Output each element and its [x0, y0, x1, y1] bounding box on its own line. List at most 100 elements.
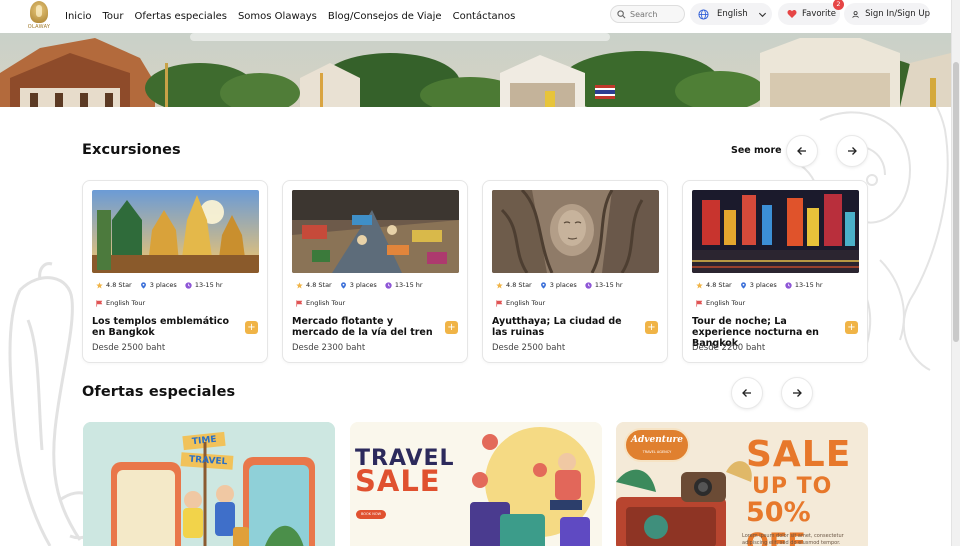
- tour-card[interactable]: 4.8 Star 3 places 13-15 hr English Tour …: [482, 180, 668, 363]
- tour-title[interactable]: Ayutthaya; La ciudad de las ruinas: [492, 316, 640, 338]
- top-navigation-bar: OLAWAY Inicio Tour Ofertas especiales So…: [0, 0, 951, 33]
- tour-language-tag: English Tour: [496, 299, 545, 307]
- star-icon: [696, 281, 703, 288]
- tour-meta: 4.8 Star 3 places 13-15 hr: [696, 281, 831, 289]
- tour-image-temples: [92, 190, 259, 273]
- tour-meta: 4.8 Star 3 places 13-15 hr: [496, 281, 631, 289]
- star-icon: [96, 281, 103, 288]
- favorite-button[interactable]: Favorite 2: [778, 0, 844, 25]
- tour-price: Desde 2300 baht: [292, 343, 366, 353]
- nav-link-blog[interactable]: Blog/Consejos de Viaje: [328, 11, 442, 22]
- offer-banner-adventure-sale[interactable]: Adventure TRAVEL AGENCY SALE UP TO 50% O…: [616, 422, 868, 546]
- tour-duration: 13-15 hr: [594, 281, 623, 289]
- excursions-section-title: Excursiones: [82, 142, 181, 158]
- offers-next-button[interactable]: [781, 377, 813, 409]
- location-pin-icon: [540, 281, 546, 289]
- add-tour-button[interactable]: +: [245, 321, 258, 334]
- user-icon: [852, 10, 859, 18]
- see-more-link[interactable]: See more: [731, 145, 782, 156]
- sign-in-label: Sign In/Sign Up: [865, 9, 930, 19]
- excursions-next-button[interactable]: [836, 135, 868, 167]
- tour-places: 3 places: [349, 281, 377, 289]
- tour-card[interactable]: 4.8 Star 3 places 13-15 hr English Tour …: [82, 180, 268, 363]
- tour-tag-label: English Tour: [706, 299, 746, 307]
- sign-in-button[interactable]: Sign In/Sign Up: [844, 3, 930, 25]
- nav-link-contactanos[interactable]: Contáctanos: [453, 11, 516, 22]
- search-box[interactable]: [610, 5, 685, 23]
- offer-banner-travel-sale[interactable]: TRAVEL SALE BOOK NOW: [350, 422, 602, 546]
- tour-price: Desde 2500 baht: [92, 343, 166, 353]
- star-icon: [296, 281, 303, 288]
- nav-link-tour[interactable]: Tour: [102, 11, 123, 22]
- tour-tag-label: English Tour: [506, 299, 546, 307]
- page: OLAWAY Inicio Tour Ofertas especiales So…: [0, 0, 960, 546]
- tour-image-floating-market: [292, 190, 459, 273]
- nav-link-inicio[interactable]: Inicio: [65, 11, 91, 22]
- heart-icon: [787, 10, 797, 18]
- olaway-logo[interactable]: OLAWAY: [24, 1, 54, 32]
- offers-prev-button[interactable]: [731, 377, 763, 409]
- offers-section-title: Ofertas especiales: [82, 384, 236, 400]
- tour-duration: 13-15 hr: [194, 281, 223, 289]
- flag-icon: [296, 299, 303, 307]
- add-tour-button[interactable]: +: [845, 321, 858, 334]
- tour-rating: 4.8 Star: [506, 281, 532, 289]
- tour-image-ayutthaya: [492, 190, 659, 273]
- tour-rating: 4.8 Star: [306, 281, 332, 289]
- tour-language-tag: English Tour: [696, 299, 745, 307]
- chevron-down-icon: [758, 12, 766, 17]
- location-pin-icon: [740, 281, 746, 289]
- hero-banner-image: [0, 33, 951, 107]
- nav-link-ofertas-especiales[interactable]: Ofertas especiales: [134, 11, 227, 22]
- offer-book-now-button[interactable]: BOOK NOW: [356, 510, 386, 519]
- tour-duration: 13-15 hr: [794, 281, 823, 289]
- page-scrollbar[interactable]: [951, 0, 960, 546]
- adventure-brand-text: Adventure: [631, 435, 683, 445]
- clock-icon: [185, 281, 192, 289]
- main-nav: Inicio Tour Ofertas especiales Somos Ola…: [65, 0, 526, 33]
- tour-places: 3 places: [149, 281, 177, 289]
- offer-small-print: Lorem ipsum dolor sit amet, consectetur …: [742, 533, 844, 546]
- tour-tag-label: English Tour: [306, 299, 346, 307]
- tour-language-tag: English Tour: [96, 299, 145, 307]
- tour-title[interactable]: Mercado flotante y mercado de la vía del…: [292, 316, 440, 338]
- excursions-prev-button[interactable]: [786, 135, 818, 167]
- flag-icon: [96, 299, 103, 307]
- arrow-right-icon: [793, 389, 802, 397]
- clock-icon: [585, 281, 592, 289]
- adventure-logo-badge: Adventure TRAVEL AGENCY: [624, 428, 690, 462]
- arrow-left-icon: [797, 147, 806, 155]
- add-tour-button[interactable]: +: [645, 321, 658, 334]
- language-label: English: [717, 9, 748, 19]
- tour-rating: 4.8 Star: [706, 281, 732, 289]
- globe-icon: [698, 8, 709, 20]
- tour-card[interactable]: 4.8 Star 3 places 13-15 hr English Tour …: [682, 180, 868, 363]
- tour-duration: 13-15 hr: [394, 281, 423, 289]
- tour-title[interactable]: Los templos emblemático en Bangkok: [92, 316, 240, 338]
- search-icon: [617, 9, 626, 18]
- tour-meta: 4.8 Star 3 places 13-15 hr: [296, 281, 431, 289]
- clock-icon: [785, 281, 792, 289]
- flag-icon: [696, 299, 703, 307]
- tour-tag-label: English Tour: [106, 299, 146, 307]
- language-selector[interactable]: English: [690, 3, 772, 25]
- tour-meta: 4.8 Star 3 places 13-15 hr: [96, 281, 231, 289]
- location-pin-icon: [340, 281, 346, 289]
- tour-card[interactable]: 4.8 Star 3 places 13-15 hr English Tour …: [282, 180, 468, 363]
- tour-price: Desde 2200 baht: [692, 343, 766, 353]
- tour-language-tag: English Tour: [296, 299, 345, 307]
- search-input[interactable]: [630, 9, 682, 19]
- adventure-brand-sub: TRAVEL AGENCY: [642, 450, 672, 454]
- add-tour-button[interactable]: +: [445, 321, 458, 334]
- scrollbar-thumb[interactable]: [953, 62, 959, 342]
- offer-banner-time-travel[interactable]: TIME TRAVEL: [83, 422, 335, 546]
- nav-link-somos-olaways[interactable]: Somos Olaways: [238, 11, 317, 22]
- tour-price: Desde 2500 baht: [492, 343, 566, 353]
- location-pin-icon: [140, 281, 146, 289]
- tour-rating: 4.8 Star: [106, 281, 132, 289]
- favorite-count-badge: 2: [833, 0, 844, 10]
- logo-text: OLAWAY: [27, 24, 51, 30]
- tour-image-night-bangkok: [692, 190, 859, 273]
- logo-emblem-icon: [30, 1, 48, 23]
- tour-places: 3 places: [549, 281, 577, 289]
